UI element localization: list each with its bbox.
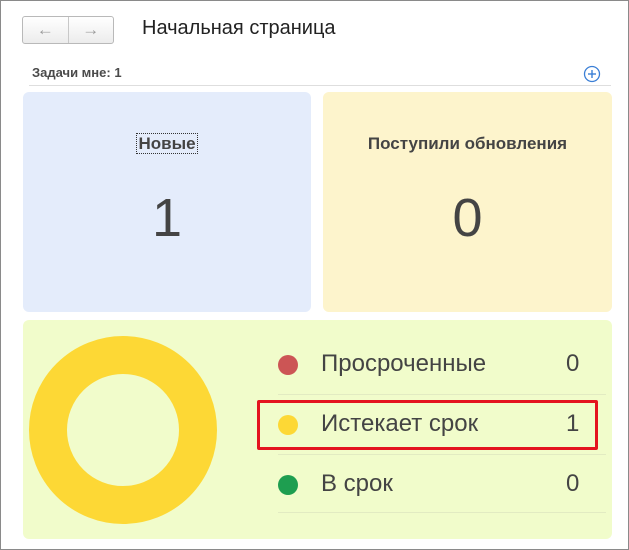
plus-circle-icon[interactable]	[583, 65, 601, 83]
updated-tasks-tile[interactable]: Поступили обновления 0	[323, 92, 612, 312]
page-title: Начальная страница	[142, 17, 336, 39]
deadline-donut-chart	[29, 336, 217, 524]
deadline-item-count: 0	[566, 470, 580, 497]
status-dot-red	[278, 355, 298, 375]
donut-segment-1	[29, 336, 217, 524]
status-dot-green	[278, 475, 298, 495]
highlight-annotation-box	[257, 400, 598, 450]
deadline-item-on-time[interactable]: В срок 0	[278, 464, 608, 504]
back-button[interactable]: ←	[23, 17, 68, 43]
row-divider	[278, 394, 606, 395]
navigation-buttons: ← →	[22, 16, 114, 44]
updated-tasks-count: 0	[452, 188, 483, 248]
row-divider	[278, 512, 606, 513]
deadline-item-label: В срок	[321, 470, 393, 497]
new-tasks-tile[interactable]: Новые 1	[23, 92, 311, 312]
tasks-assigned-label: Задачи мне: 1	[32, 65, 122, 80]
deadline-item-count: 0	[566, 350, 580, 377]
new-tasks-label: Новые	[136, 133, 198, 154]
deadline-item-overdue[interactable]: Просроченные 0	[278, 344, 608, 384]
new-tasks-count: 1	[151, 188, 183, 248]
deadline-item-label: Просроченные	[321, 350, 487, 377]
updated-tasks-label: Поступили обновления	[367, 134, 568, 153]
arrow-right-icon: →	[82, 20, 100, 39]
forward-button[interactable]: →	[67, 17, 114, 43]
row-divider	[278, 454, 606, 455]
arrow-left-icon: ←	[36, 20, 54, 39]
home-page-window: ← → Начальная страница Задачи мне: 1 Нов…	[0, 0, 629, 550]
section-divider	[29, 85, 611, 86]
